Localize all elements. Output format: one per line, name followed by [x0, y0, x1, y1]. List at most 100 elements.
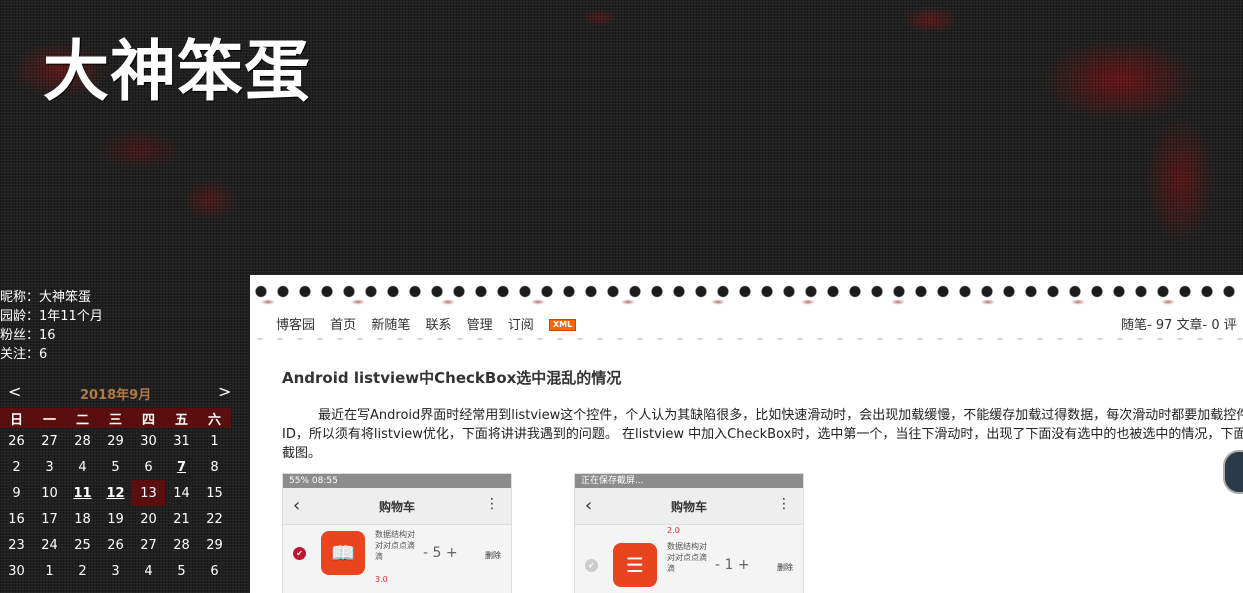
calendar-day: 22 — [206, 511, 223, 527]
blood-splatter-decoration — [250, 295, 1243, 309]
nav-link-contact[interactable]: 联系 — [425, 318, 451, 333]
weekday-label: 三 — [99, 408, 132, 428]
calendar-day: 19 — [107, 511, 124, 527]
post-screenshot-2: 正在保存截屏... ‹ 购物车 ⋮ 2.0 ✔ ☰ 数据结构对对对点点滴滴 - … — [574, 473, 804, 593]
calendar-day-today: 13 — [132, 480, 165, 506]
calendar-day: 30 — [140, 433, 157, 449]
calendar-day: 3 — [111, 563, 120, 579]
nav-link-cnblogs[interactable]: 博客园 — [276, 318, 315, 333]
calendar-grid: 日 一 二 三 四 五 六 26 27 28 29 30 31 1 2 3 4 … — [0, 408, 231, 584]
calendar-day: 27 — [140, 537, 157, 553]
calendar-day: 1 — [45, 563, 54, 579]
nav-link-admin[interactable]: 管理 — [467, 318, 493, 333]
delete-label: 删除 — [777, 563, 793, 572]
unchecked-circle-icon: ✔ — [585, 559, 598, 572]
cart-item-price: 2.0 — [667, 526, 680, 535]
weekday-label: 六 — [198, 408, 231, 428]
android-app-bar: ‹ 购物车 ⋮ — [283, 488, 511, 525]
post-paragraph-line: 截图。 — [282, 446, 322, 461]
post-screenshot-1: 55% 08:55 ‹ 购物车 ⋮ ✔ 📖 数据结构对对对点点滴滴 - 5 + … — [282, 473, 512, 593]
profile-follow[interactable]: 关注：6 — [0, 345, 250, 364]
calendar-prev-button[interactable]: < — [8, 382, 21, 401]
calendar-day: 2 — [78, 563, 87, 579]
profile-age[interactable]: 园龄：1年11个月 — [0, 307, 250, 326]
calendar-day: 28 — [173, 537, 190, 553]
calendar-day: 2 — [12, 459, 21, 475]
calendar-day: 1 — [210, 433, 219, 449]
calendar-day: 27 — [41, 433, 58, 449]
xml-feed-badge[interactable]: XML — [548, 319, 577, 331]
calendar-day: 6 — [210, 563, 219, 579]
post-body: 最近在写Android界面时经常用到listview这个控件，个人认为其缺陷很多… — [282, 406, 1243, 463]
app-bar-title: 购物车 — [378, 500, 415, 514]
calendar-day: 29 — [107, 433, 124, 449]
calendar-day: 20 — [140, 511, 157, 527]
calendar-day: 15 — [206, 485, 223, 501]
cart-item-name: 数据结构对对对点点滴滴 — [667, 542, 707, 573]
android-status-bar: 正在保存截屏... — [575, 474, 803, 488]
delete-label: 删除 — [485, 551, 501, 560]
weekday-label: 四 — [132, 408, 165, 428]
calendar-day: 5 — [177, 563, 186, 579]
nav-link-subscribe[interactable]: 订阅 — [508, 318, 534, 333]
site-title[interactable]: 大神笨蛋 — [43, 18, 311, 114]
calendar-day: 21 — [173, 511, 190, 527]
weekday-label: 五 — [165, 408, 198, 428]
nav-divider — [250, 333, 1243, 345]
calendar-next-button[interactable]: > — [218, 382, 231, 401]
calendar: < 2018年9月 > 日 一 二 三 四 五 六 26 27 28 29 30… — [0, 382, 250, 584]
calendar-day: 6 — [144, 459, 153, 475]
calendar-day: 14 — [173, 485, 190, 501]
calendar-day: 25 — [74, 537, 91, 553]
calendar-day: 26 — [107, 537, 124, 553]
weekday-label: 二 — [66, 408, 99, 428]
calendar-day: 9 — [12, 485, 21, 501]
calendar-day: 5 — [111, 459, 120, 475]
weekday-label: 日 — [0, 408, 33, 428]
calendar-day-link[interactable]: 12 — [99, 480, 132, 506]
calendar-day: 17 — [41, 511, 58, 527]
profile-fans[interactable]: 粉丝：16 — [0, 326, 250, 345]
calendar-day: 30 — [8, 563, 25, 579]
scroll-widget-button[interactable] — [1223, 450, 1243, 494]
checked-circle-icon: ✔ — [293, 547, 306, 560]
nav-link-home[interactable]: 首页 — [330, 318, 356, 333]
calendar-month-title: 2018年9月 — [80, 388, 152, 403]
calendar-day: 18 — [74, 511, 91, 527]
post-paragraph-line: 最近在写Android界面时经常用到listview这个控件，个人认为其缺陷很多… — [318, 408, 1243, 423]
calendar-day: 8 — [210, 459, 219, 475]
profile-nickname[interactable]: 昵称：大神笨蛋 — [0, 288, 250, 307]
calendar-day: 26 — [8, 433, 25, 449]
calendar-day: 10 — [41, 485, 58, 501]
calendar-day: 16 — [8, 511, 25, 527]
post-paragraph-line: ID，所以须有将listview优化，下面将讲讲我遇到的问题。 在listvie… — [282, 427, 1243, 442]
quantity-stepper: - 1 + — [715, 557, 750, 573]
nav-bar: 博客园 首页 新随笔 联系 管理 订阅 XML — [276, 314, 587, 333]
calendar-day: 28 — [74, 433, 91, 449]
calendar-day-link[interactable]: 7 — [165, 454, 198, 480]
calendar-day-link[interactable]: 11 — [66, 480, 99, 506]
more-vertical-icon: ⋮ — [777, 496, 791, 512]
post-title[interactable]: Android listview中CheckBox选中混乱的情况 — [282, 367, 621, 388]
weekday-label: 一 — [33, 408, 66, 428]
cart-item-name: 数据结构对对对点点滴滴 — [375, 530, 415, 561]
app-bar-title: 购物车 — [670, 500, 707, 514]
calendar-day: 24 — [41, 537, 58, 553]
calendar-day: 31 — [173, 433, 190, 449]
list-icon: ☰ — [613, 543, 657, 587]
more-vertical-icon: ⋮ — [485, 496, 499, 512]
calendar-day: 23 — [8, 537, 25, 553]
calendar-day: 4 — [78, 459, 87, 475]
calendar-day: 3 — [45, 459, 54, 475]
cart-item: ✔ ☰ 数据结构对对对点点滴滴 - 1 + 删除 — [575, 537, 803, 593]
cart-item-price: 3.0 — [375, 575, 388, 584]
cart-item: ✔ 📖 数据结构对对对点点滴滴 - 5 + 删除 3.0 — [283, 525, 511, 593]
sidebar: 昵称：大神笨蛋 园龄：1年11个月 粉丝：16 关注：6 < 2018年9月 >… — [0, 288, 250, 584]
profile-info: 昵称：大神笨蛋 园龄：1年11个月 粉丝：16 关注：6 — [0, 288, 250, 364]
book-icon: 📖 — [321, 531, 365, 575]
calendar-day: 4 — [144, 563, 153, 579]
android-app-bar: ‹ 购物车 ⋮ — [575, 488, 803, 525]
blog-stats: 随笔- 97 文章- 0 评 — [1121, 318, 1237, 333]
nav-link-new-post[interactable]: 新随笔 — [371, 318, 410, 333]
android-status-bar: 55% 08:55 — [283, 474, 511, 488]
